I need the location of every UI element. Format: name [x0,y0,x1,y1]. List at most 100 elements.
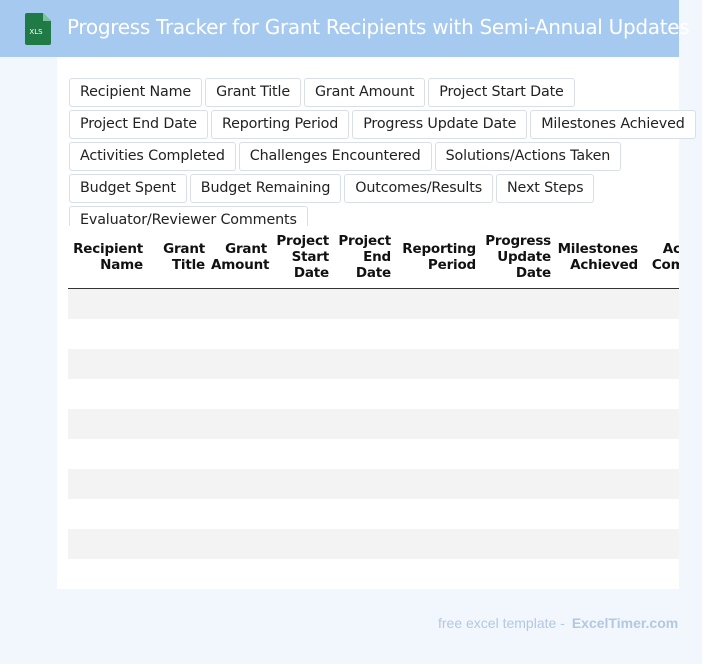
table-cell[interactable] [273,349,335,379]
table-cell[interactable] [557,288,644,319]
table-cell[interactable] [211,439,273,469]
table-cell[interactable] [482,559,557,589]
table-cell[interactable] [482,469,557,499]
field-chip[interactable]: Project Start Date [428,78,575,107]
table-cell[interactable] [644,529,679,559]
table-cell[interactable] [397,499,482,529]
table-cell[interactable] [335,319,397,349]
table-cell[interactable] [149,439,211,469]
table-cell[interactable] [482,379,557,409]
table-cell[interactable] [149,288,211,319]
table-cell[interactable] [149,349,211,379]
table-cell[interactable] [273,409,335,439]
table-cell[interactable] [397,409,482,439]
table-cell[interactable] [68,559,149,589]
table-cell[interactable] [397,349,482,379]
table-cell[interactable] [644,559,679,589]
table-cell[interactable] [644,349,679,379]
field-chip[interactable]: Grant Amount [303,78,426,107]
table-cell[interactable] [557,409,644,439]
field-chip[interactable]: Next Steps [496,174,595,203]
table-cell[interactable] [273,469,335,499]
field-chip[interactable]: Progress Update Date [352,110,528,139]
field-chip[interactable]: Milestones Achieved [530,110,696,139]
table-cell[interactable] [557,559,644,589]
table-cell[interactable] [644,409,679,439]
table-cell[interactable] [482,499,557,529]
table-cell[interactable] [211,288,273,319]
table-cell[interactable] [149,529,211,559]
table-cell[interactable] [68,529,149,559]
field-chip[interactable]: Solutions/Actions Taken [434,142,622,171]
column-header[interactable]: Recipient Name [68,226,149,289]
table-cell[interactable] [211,469,273,499]
table-cell[interactable] [273,439,335,469]
table-cell[interactable] [335,409,397,439]
table-cell[interactable] [149,499,211,529]
column-header[interactable]: Grant Amount [211,226,273,289]
table-cell[interactable] [68,319,149,349]
table-cell[interactable] [397,288,482,319]
column-header[interactable]: Grant Title [149,226,211,289]
table-cell[interactable] [482,409,557,439]
table-cell[interactable] [482,349,557,379]
table-cell[interactable] [482,319,557,349]
table-cell[interactable] [397,319,482,349]
table-cell[interactable] [644,439,679,469]
table-cell[interactable] [557,349,644,379]
table-cell[interactable] [644,288,679,319]
table-cell[interactable] [335,469,397,499]
table-cell[interactable] [68,288,149,319]
table-cell[interactable] [273,288,335,319]
table-cell[interactable] [335,529,397,559]
table-cell[interactable] [397,469,482,499]
table-cell[interactable] [644,379,679,409]
table-cell[interactable] [149,379,211,409]
table-cell[interactable] [68,469,149,499]
table-cell[interactable] [482,288,557,319]
column-header[interactable]: Progress Update Date [482,226,557,289]
table-cell[interactable] [273,529,335,559]
table-cell[interactable] [149,319,211,349]
table-cell[interactable] [397,439,482,469]
tracker-table-container[interactable]: Recipient Name Grant Title Grant Amount Projec… [68,226,679,589]
table-cell[interactable] [397,529,482,559]
table-cell[interactable] [335,559,397,589]
column-header[interactable]: Project Start Date [273,226,335,289]
table-cell[interactable] [68,379,149,409]
field-chip[interactable]: Grant Title [205,78,301,107]
table-cell[interactable] [557,379,644,409]
table-cell[interactable] [335,349,397,379]
table-cell[interactable] [211,529,273,559]
field-chip[interactable]: Budget Remaining [189,174,342,203]
table-cell[interactable] [273,319,335,349]
table-cell[interactable] [211,379,273,409]
table-cell[interactable] [482,529,557,559]
table-cell[interactable] [211,409,273,439]
table-cell[interactable] [397,559,482,589]
table-cell[interactable] [335,439,397,469]
table-cell[interactable] [644,469,679,499]
table-cell[interactable] [211,559,273,589]
table-cell[interactable] [68,409,149,439]
field-chip[interactable]: Activities Completed [69,142,236,171]
table-cell[interactable] [273,379,335,409]
table-cell[interactable] [149,469,211,499]
table-cell[interactable] [557,469,644,499]
table-cell[interactable] [557,319,644,349]
table-cell[interactable] [211,349,273,379]
field-chip[interactable]: Outcomes/Results [344,174,494,203]
table-cell[interactable] [397,379,482,409]
table-cell[interactable] [557,529,644,559]
field-chip[interactable]: Challenges Encountered [238,142,432,171]
table-cell[interactable] [335,499,397,529]
column-header[interactable]: ActivitiesCompleted [644,226,679,289]
table-cell[interactable] [557,439,644,469]
table-cell[interactable] [482,439,557,469]
table-cell[interactable] [335,379,397,409]
table-cell[interactable] [644,499,679,529]
column-header[interactable]: Reporting Period [397,226,482,289]
table-cell[interactable] [273,499,335,529]
table-cell[interactable] [149,409,211,439]
table-cell[interactable] [149,559,211,589]
